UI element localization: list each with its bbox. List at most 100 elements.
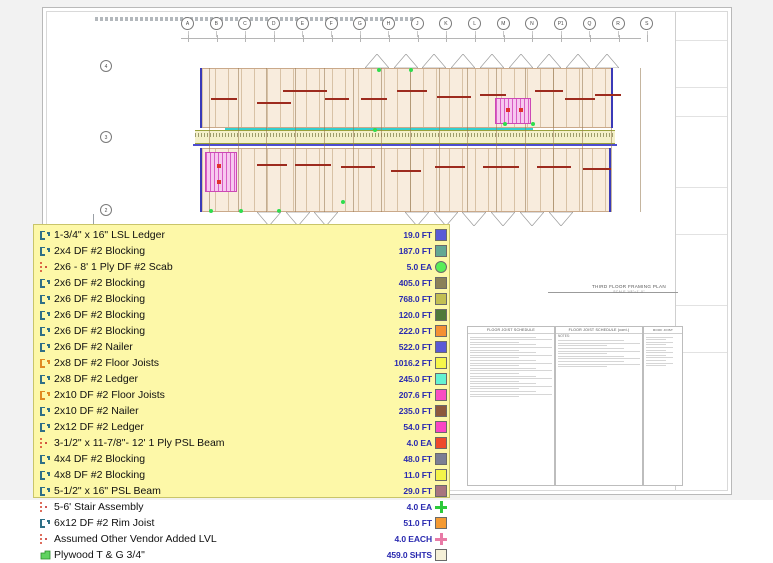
beam-symbol — [257, 102, 291, 104]
dimension-tick — [503, 35, 505, 42]
corridor-band — [195, 130, 615, 144]
takeoff-legend-panel[interactable]: 1-3/4" x 16" LSL Ledger 19.0 FT 2x4 DF #2 … — [33, 224, 450, 561]
stair-zone-left — [205, 152, 237, 192]
legend-item-label: 2x10 DF #2 Floor Joists — [54, 389, 165, 401]
beam-symbol — [535, 90, 563, 92]
legend-item-quantity: 5.0 EA — [406, 262, 432, 272]
connector-marker — [341, 200, 345, 204]
legend-row[interactable]: Plywood T & G 3/4" 459.0 SHTS — [34, 547, 449, 563]
title-block-row — [676, 117, 727, 188]
grid-bubble-d: D — [267, 17, 281, 37]
legend-row[interactable]: 6x12 DF #2 Rim Joist 51.0 FT — [34, 515, 449, 531]
connector-marker — [373, 128, 377, 132]
legend-row[interactable]: 4x4 DF #2 Blocking 48.0 FT — [34, 451, 449, 467]
schedule-floor-joist: FLOOR JOIST SCHEDULE — [467, 326, 555, 486]
legend-row[interactable]: 5-1/2" x 16" PSL Beam 29.0 FT — [34, 483, 449, 499]
plan-gridline — [352, 68, 354, 212]
dimension-tick — [417, 35, 419, 42]
legend-item-quantity: 4.0 EA — [406, 438, 432, 448]
point-member-icon — [39, 437, 52, 450]
schedule-body: NOTES: — [556, 334, 642, 370]
legend-row[interactable]: 2x6 DF #2 Blocking 222.0 FT — [34, 323, 449, 339]
legend-row[interactable]: 2x6 DF #2 Nailer 522.0 FT — [34, 339, 449, 355]
truss-symbol — [548, 212, 573, 226]
beam-symbol — [283, 90, 327, 92]
dimension-tick — [446, 35, 448, 42]
legend-item-quantity: 19.0 FT — [403, 230, 432, 240]
legend-item-label: 2x4 DF #2 Blocking — [54, 245, 146, 257]
legend-color-swatch — [435, 389, 447, 401]
legend-row[interactable]: 2x8 DF #2 Floor Joists 1016.2 FT — [34, 355, 449, 371]
linear-member-icon — [39, 309, 52, 322]
grid-bubble-vertical: 4 — [100, 60, 112, 72]
title-block-row — [676, 188, 727, 235]
linear-member-icon — [39, 421, 52, 434]
grid-bubble-p1: P1 — [554, 17, 568, 37]
legend-row[interactable]: 2x8 DF #2 Ledger 245.0 FT — [34, 371, 449, 387]
beam-symbol — [483, 166, 519, 168]
legend-row[interactable]: 2x6 DF #2 Blocking 405.0 FT — [34, 275, 449, 291]
grid-bubble-c: C — [238, 17, 252, 37]
area-member-icon — [39, 549, 52, 562]
connector-marker — [209, 209, 213, 213]
legend-item-quantity: 245.0 FT — [398, 374, 432, 384]
legend-row[interactable]: 2x6 - 8' 1 Ply DF #2 Scab 5.0 EA — [34, 259, 449, 275]
legend-color-swatch — [435, 437, 447, 449]
dimension-tick — [388, 35, 390, 42]
legend-item-quantity: 54.0 FT — [403, 422, 432, 432]
legend-row[interactable]: 2x4 DF #2 Blocking 187.0 FT — [34, 243, 449, 259]
legend-row[interactable]: 1-3/4" x 16" LSL Ledger 19.0 FT — [34, 227, 449, 243]
grid-bubble-vertical: 2 — [100, 204, 112, 216]
legend-row[interactable]: 2x12 DF #2 Ledger 54.0 FT — [34, 419, 449, 435]
plan-scale-text: SCALE 1/8"=1'-0" — [613, 290, 645, 294]
legend-row[interactable]: 4x8 DF #2 Blocking 11.0 FT — [34, 467, 449, 483]
legend-item-quantity: 459.0 SHTS — [386, 550, 432, 560]
legend-row[interactable]: 2x6 DF #2 Blocking 768.0 FT — [34, 291, 449, 307]
notes-heading: NOTES: — [558, 334, 570, 338]
truss-symbol — [491, 212, 516, 226]
framing-plan — [165, 54, 653, 226]
legend-item-quantity: 11.0 FT — [403, 470, 432, 480]
legend-item-quantity: 522.0 FT — [398, 342, 432, 352]
rim-beam-right-lower — [609, 148, 611, 212]
dimension-tick — [532, 35, 534, 42]
corridor-line-cyan — [225, 128, 533, 130]
legend-row[interactable]: 2x10 DF #2 Nailer 235.0 FT — [34, 403, 449, 419]
joist-hatch — [202, 149, 610, 211]
plan-gridline — [381, 68, 383, 212]
dimension-tick — [475, 35, 476, 42]
linear-member-icon — [39, 229, 52, 242]
beam-symbol — [295, 164, 331, 166]
rim-beam-right-upper — [611, 68, 613, 128]
schedule-title: ROOF JOIST — [644, 327, 682, 334]
legend-item-quantity: 1016.2 FT — [394, 358, 432, 368]
beam-symbol — [565, 98, 595, 100]
grid-bubble-h: H — [381, 17, 395, 37]
legend-color-swatch — [435, 517, 447, 529]
point-member-icon — [39, 261, 52, 274]
plan-gridline — [496, 68, 497, 212]
grid-bubble-n: N — [525, 17, 539, 37]
legend-color-swatch — [435, 325, 447, 337]
truss-symbol — [594, 54, 619, 68]
legend-item-label: 2x8 DF #2 Floor Joists — [54, 357, 160, 369]
beam-symbol — [391, 170, 421, 172]
dimension-tick — [589, 35, 591, 42]
legend-row[interactable]: 2x6 DF #2 Blocking 120.0 FT — [34, 307, 449, 323]
grid-bubble-m: M — [496, 17, 510, 37]
legend-item-quantity: 4.0 EA — [406, 502, 432, 512]
legend-row[interactable]: 5-6' Stair Assembly 4.0 EA — [34, 499, 449, 515]
point-member-icon — [39, 501, 52, 514]
truss-symbol — [537, 54, 562, 68]
beam-symbol — [211, 98, 237, 100]
beam-symbol — [435, 166, 465, 168]
legend-row[interactable]: 3-1/2" x 11-7/8"- 12' 1 Ply PSL Beam 4.0 … — [34, 435, 449, 451]
title-block-row — [676, 41, 727, 88]
corridor-hatch — [195, 133, 615, 137]
legend-color-swatch — [435, 277, 447, 289]
legend-color-swatch — [435, 485, 447, 497]
legend-item-label: 5-1/2" x 16" PSL Beam — [54, 485, 161, 497]
schedule-body — [644, 334, 682, 369]
legend-row[interactable]: Assumed Other Vendor Added LVL 4.0 EACH — [34, 531, 449, 547]
legend-row[interactable]: 2x10 DF #2 Floor Joists 207.6 FT — [34, 387, 449, 403]
